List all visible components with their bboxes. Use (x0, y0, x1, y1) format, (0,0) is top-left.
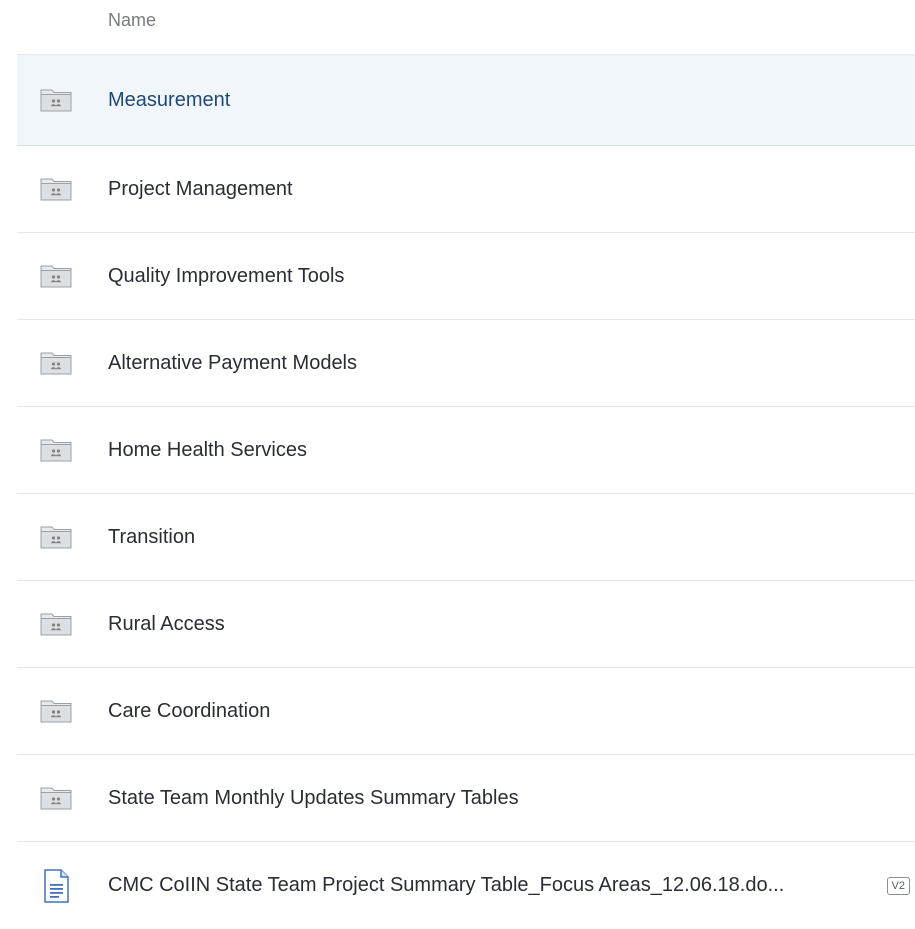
shared-folder-icon (40, 782, 72, 814)
item-label[interactable]: Measurement (108, 89, 230, 112)
shared-folder-icon (40, 173, 72, 205)
list-item-care-coordination[interactable]: Care Coordination (17, 668, 915, 755)
item-label[interactable]: Project Management (108, 178, 293, 201)
item-label[interactable]: Alternative Payment Models (108, 352, 357, 375)
name-column-header[interactable]: Name (108, 10, 156, 31)
item-label[interactable]: CMC CoIIN State Team Project Summary Tab… (108, 874, 784, 897)
shared-folder-icon (40, 347, 72, 379)
item-label[interactable]: State Team Monthly Updates Summary Table… (108, 787, 519, 810)
document-file-icon (40, 868, 72, 903)
list-item-state-team-monthly-updates[interactable]: State Team Monthly Updates Summary Table… (17, 755, 915, 842)
item-label[interactable]: Care Coordination (108, 700, 270, 723)
version-badge[interactable]: V2 (886, 876, 910, 895)
shared-folder-icon (40, 695, 72, 727)
file-list: Name Measurement Project Management Qual… (17, 0, 915, 929)
shared-folder-icon (40, 521, 72, 553)
shared-folder-icon (40, 608, 72, 640)
item-label[interactable]: Home Health Services (108, 439, 307, 462)
shared-folder-icon (40, 260, 72, 292)
shared-folder-icon (40, 84, 72, 116)
list-header: Name (17, 0, 915, 55)
item-label[interactable]: Quality Improvement Tools (108, 265, 344, 288)
item-label[interactable]: Rural Access (108, 613, 225, 636)
list-item-cmc-coiin-summary-table[interactable]: CMC CoIIN State Team Project Summary Tab… (17, 842, 915, 929)
list-item-rural-access[interactable]: Rural Access (17, 581, 915, 668)
list-item-alternative-payment-models[interactable]: Alternative Payment Models (17, 320, 915, 407)
shared-folder-icon (40, 434, 72, 466)
item-label[interactable]: Transition (108, 526, 195, 549)
list-item-measurement[interactable]: Measurement (17, 55, 915, 146)
list-item-home-health-services[interactable]: Home Health Services (17, 407, 915, 494)
list-item-quality-improvement-tools[interactable]: Quality Improvement Tools (17, 233, 915, 320)
list-item-project-management[interactable]: Project Management (17, 146, 915, 233)
list-item-transition[interactable]: Transition (17, 494, 915, 581)
